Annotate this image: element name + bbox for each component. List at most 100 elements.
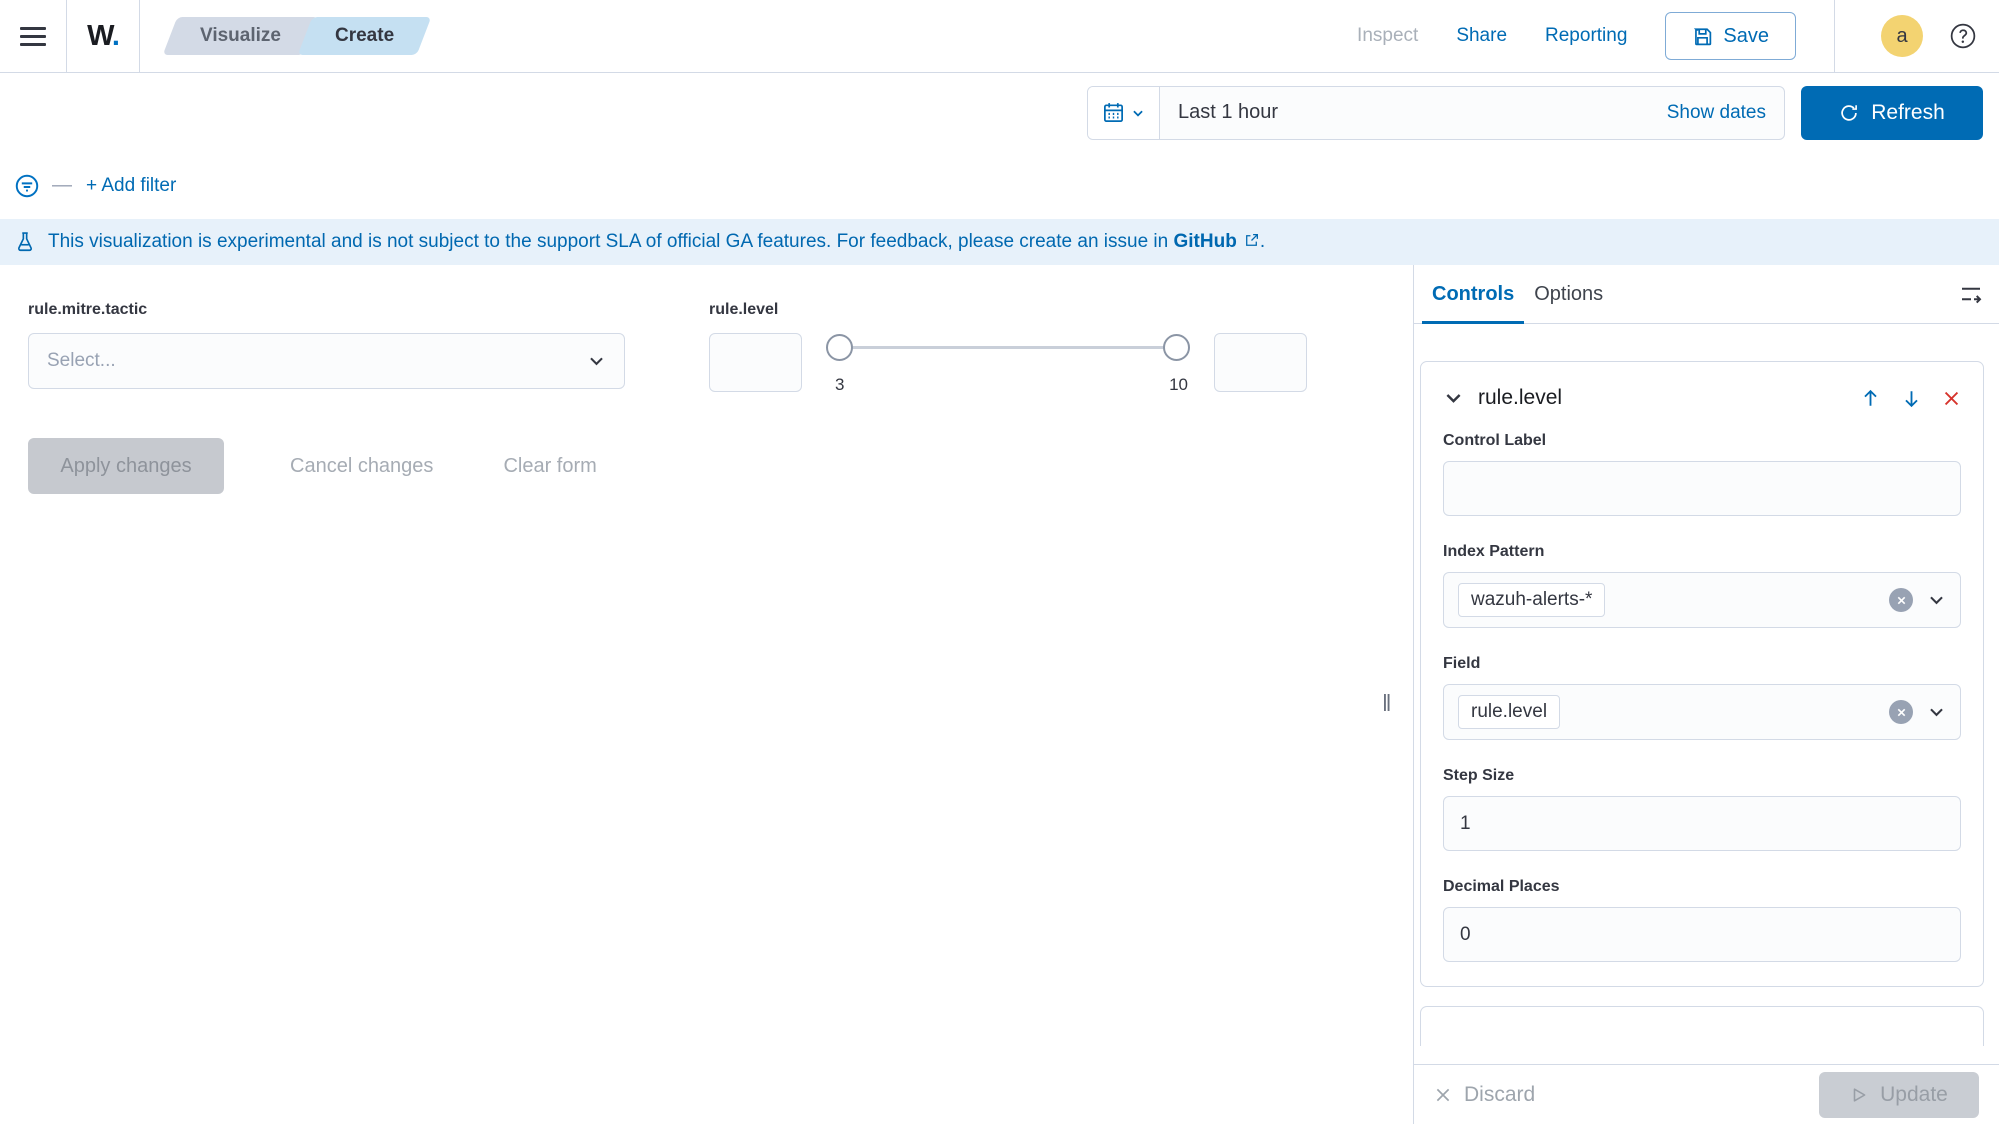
tab-options[interactable]: Options	[1524, 265, 1613, 323]
date-picker: Last 1 hour Show dates	[1087, 86, 1785, 140]
close-icon	[1434, 1086, 1452, 1104]
tactic-select[interactable]: Select...	[28, 333, 625, 389]
tactic-select-placeholder: Select...	[47, 350, 587, 372]
top-nav: Inspect Share Reporting Save	[1357, 0, 1835, 73]
avatar[interactable]: a	[1881, 15, 1923, 57]
tactic-control-label: rule.mitre.tactic	[28, 301, 625, 319]
experimental-banner: This visualization is experimental and i…	[0, 219, 1999, 265]
inspect-button[interactable]: Inspect	[1357, 25, 1418, 47]
control-title: rule.level	[1478, 386, 1562, 410]
divider	[1834, 0, 1835, 73]
level-control-label: rule.level	[709, 301, 1307, 319]
hamburger-icon	[20, 27, 46, 46]
chevron-down-icon	[587, 352, 606, 371]
close-icon	[1896, 595, 1907, 606]
apply-changes-button[interactable]: Apply changes	[28, 438, 224, 494]
filter-icon	[14, 173, 40, 199]
close-icon	[1896, 707, 1907, 718]
tab-controls[interactable]: Controls	[1422, 265, 1524, 323]
play-icon	[1850, 1086, 1868, 1104]
remove-control-button[interactable]	[1942, 389, 1961, 408]
quick-select-button[interactable]	[1088, 87, 1160, 139]
update-button[interactable]: Update	[1819, 1072, 1979, 1118]
refresh-button[interactable]: Refresh	[1801, 86, 1983, 140]
filter-bar: — + Add filter	[0, 152, 1999, 219]
filter-menu-button[interactable]	[14, 173, 40, 199]
panel-body: rule.level	[1414, 324, 1999, 1064]
field-selection: rule.level	[1458, 695, 1560, 729]
index-pattern-selection: wazuh-alerts-*	[1458, 583, 1605, 617]
close-icon	[1942, 389, 1961, 408]
level-max-input[interactable]	[1214, 333, 1307, 392]
slider-track[interactable]	[839, 346, 1177, 349]
beaker-icon	[14, 231, 36, 253]
clear-form-button[interactable]: Clear form	[503, 455, 596, 478]
time-range-value[interactable]: Last 1 hour	[1160, 101, 1278, 124]
step-size-input[interactable]	[1443, 796, 1961, 851]
control-actions	[1860, 388, 1961, 409]
slider-min-tick: 3	[835, 375, 844, 395]
panel-resizer-handle[interactable]: ‖	[1382, 690, 1392, 717]
external-link-icon	[1243, 232, 1260, 249]
control-label-input[interactable]	[1443, 461, 1961, 516]
field-label: Field	[1443, 655, 1961, 673]
clear-index-pattern-button[interactable]	[1889, 588, 1913, 612]
breadcrumb-visualize[interactable]: Visualize	[163, 17, 319, 55]
help-button[interactable]	[1949, 22, 1977, 50]
tactic-control-group: rule.mitre.tactic Select...	[28, 301, 625, 392]
control-editor-header: rule.level	[1443, 386, 1961, 410]
level-control-group: rule.level 3 10	[709, 301, 1307, 392]
reporting-button[interactable]: Reporting	[1545, 25, 1627, 47]
control-editor-card: rule.level	[1420, 361, 1984, 987]
chevron-down-icon	[1131, 106, 1145, 120]
index-pattern-dropdown-button[interactable]	[1927, 591, 1946, 610]
slider-handle-max[interactable]	[1163, 334, 1190, 361]
cancel-changes-button[interactable]: Cancel changes	[290, 455, 433, 478]
refresh-icon	[1839, 103, 1859, 123]
decimal-places-label: Decimal Places	[1443, 878, 1961, 896]
editor-side-panel: Controls Options	[1413, 265, 1999, 1124]
show-dates-button[interactable]: Show dates	[1667, 102, 1766, 124]
time-picker-row: Last 1 hour Show dates Refresh	[0, 73, 1999, 152]
save-button[interactable]: Save	[1665, 12, 1796, 60]
controls-preview: rule.mitre.tactic Select... rule.level	[0, 265, 1413, 1124]
slider-handle-min[interactable]	[826, 334, 853, 361]
chevron-down-icon	[1927, 591, 1946, 610]
level-min-input[interactable]	[709, 333, 802, 392]
move-control-down-button[interactable]	[1901, 388, 1922, 409]
clear-field-button[interactable]	[1889, 700, 1913, 724]
panel-tabs: Controls Options	[1414, 265, 1999, 324]
breadcrumb-create[interactable]: Create	[298, 17, 432, 55]
menu-button[interactable]	[0, 0, 66, 72]
chevron-down-icon	[1443, 388, 1464, 409]
collapse-panel-button[interactable]	[1959, 282, 1983, 306]
index-pattern-combobox[interactable]: wazuh-alerts-*	[1443, 572, 1961, 628]
panel-footer: Discard Update	[1414, 1064, 1999, 1124]
chevron-down-icon	[1927, 703, 1946, 722]
index-pattern-label: Index Pattern	[1443, 543, 1961, 561]
help-icon	[1949, 22, 1977, 50]
preview-actions: Apply changes Cancel changes Clear form	[28, 438, 1413, 494]
arrow-up-icon	[1860, 388, 1881, 409]
calendar-icon	[1102, 101, 1125, 124]
move-control-up-button[interactable]	[1860, 388, 1881, 409]
field-combobox[interactable]: rule.level	[1443, 684, 1961, 740]
step-size-label: Step Size	[1443, 767, 1961, 785]
slider-max-tick: 10	[1169, 375, 1188, 395]
menu-right-icon	[1959, 282, 1983, 306]
breadcrumb: Visualize Create	[170, 17, 424, 55]
app-logo[interactable]: W.	[67, 20, 139, 53]
add-filter-button[interactable]: + Add filter	[86, 175, 176, 197]
content-area: rule.mitre.tactic Select... rule.level	[0, 265, 1999, 1124]
control-label-label: Control Label	[1443, 432, 1961, 450]
level-range-slider: 3 10	[826, 333, 1190, 392]
next-control-card-partial	[1420, 1006, 1984, 1046]
decimal-places-input[interactable]	[1443, 907, 1961, 962]
share-button[interactable]: Share	[1456, 25, 1507, 47]
divider	[139, 0, 140, 73]
field-dropdown-button[interactable]	[1927, 703, 1946, 722]
github-link[interactable]: GitHub	[1174, 231, 1237, 252]
discard-button[interactable]: Discard	[1434, 1083, 1535, 1107]
top-bar: W. Visualize Create Inspect Share Report…	[0, 0, 1999, 73]
collapse-control-button[interactable]	[1443, 388, 1464, 409]
